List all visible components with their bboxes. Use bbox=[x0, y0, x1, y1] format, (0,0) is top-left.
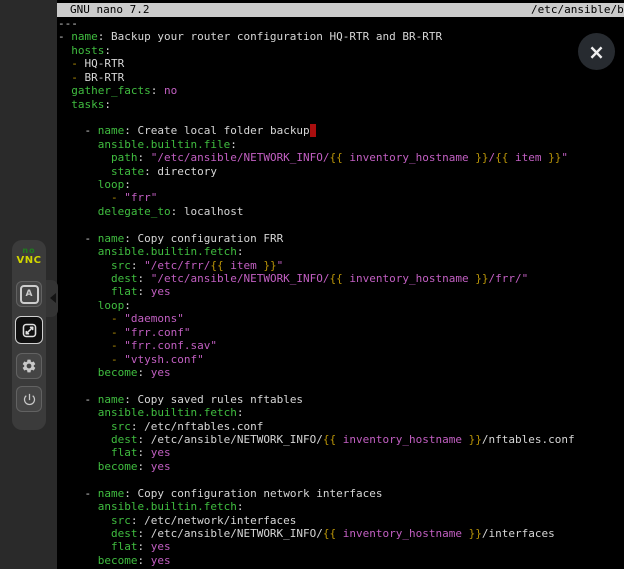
editor-line: flat: yes bbox=[58, 446, 624, 459]
editor-line: ansible.builtin.fetch: bbox=[58, 500, 624, 513]
editor-line: dest: /etc/ansible/NETWORK_INFO/{{ inven… bbox=[58, 433, 624, 446]
editor-line: tasks: bbox=[58, 98, 624, 111]
editor-line: become: yes bbox=[58, 366, 624, 379]
editor-line: - "frr.conf.sav" bbox=[58, 339, 624, 352]
control-bar-handle[interactable] bbox=[46, 280, 58, 317]
close-button[interactable]: × bbox=[578, 33, 615, 70]
editor-line: flat: yes bbox=[58, 285, 624, 298]
editor-line: become: yes bbox=[58, 460, 624, 473]
power-icon bbox=[22, 392, 37, 407]
keyboard-button[interactable]: A bbox=[16, 281, 42, 307]
editor-line: - name: Create local folder backup bbox=[58, 124, 624, 137]
editor-line: delegate_to: localhost bbox=[58, 205, 624, 218]
settings-button[interactable] bbox=[16, 353, 42, 379]
novnc-logo-bottom: VNC bbox=[17, 256, 42, 266]
editor-line bbox=[58, 473, 624, 486]
editor-line bbox=[58, 218, 624, 231]
fullscreen-icon bbox=[21, 322, 38, 339]
editor-line: state: directory bbox=[58, 165, 624, 178]
text-cursor bbox=[310, 124, 317, 137]
editor-line: hosts: bbox=[58, 44, 624, 57]
editor-line: loop: bbox=[58, 299, 624, 312]
nano-titlebar: GNU nano 7.2 /etc/ansible/b bbox=[57, 3, 624, 17]
terminal-screen[interactable]: GNU nano 7.2 /etc/ansible/b ---- name: B… bbox=[57, 0, 624, 569]
editor-line: loop: bbox=[58, 178, 624, 191]
editor-line: src: /etc/nftables.conf bbox=[58, 420, 624, 433]
editor-line bbox=[58, 379, 624, 392]
editor-line: src: "/etc/frr/{{ item }}" bbox=[58, 259, 624, 272]
nano-file-path: /etc/ansible/b bbox=[531, 3, 624, 17]
editor-line: dest: "/etc/ansible/NETWORK_INFO/{{ inve… bbox=[58, 272, 624, 285]
editor-line: ansible.builtin.fetch: bbox=[58, 245, 624, 258]
editor-line: flat: yes bbox=[58, 540, 624, 553]
editor-line: - name: Copy configuration network inter… bbox=[58, 487, 624, 500]
editor-line: - "vtysh.conf" bbox=[58, 353, 624, 366]
gear-icon bbox=[21, 358, 37, 374]
editor-content: ---- name: Backup your router configurat… bbox=[58, 17, 624, 569]
editor-line: --- bbox=[58, 17, 624, 30]
editor-line: ansible.builtin.file: bbox=[58, 138, 624, 151]
editor-line: - "frr.conf" bbox=[58, 326, 624, 339]
editor-line: - "daemons" bbox=[58, 312, 624, 325]
editor-line: become: yes bbox=[58, 554, 624, 567]
editor-line: - name: Backup your router configuration… bbox=[58, 30, 624, 43]
editor-line: - name: Copy configuration FRR bbox=[58, 232, 624, 245]
editor-line: - BR-RTR bbox=[58, 71, 624, 84]
chevron-left-icon bbox=[50, 293, 56, 303]
power-button[interactable] bbox=[16, 386, 42, 412]
editor-line: - HQ-RTR bbox=[58, 57, 624, 70]
close-icon: × bbox=[588, 40, 605, 64]
editor-line: - "frr" bbox=[58, 191, 624, 204]
editor-line: ansible.builtin.fetch: bbox=[58, 406, 624, 419]
novnc-logo: no VNC bbox=[17, 247, 42, 266]
vnc-control-bar: no VNC A bbox=[12, 240, 46, 430]
novnc-logo-top: no bbox=[17, 247, 42, 255]
editor-line: - name: Copy saved rules nftables bbox=[58, 393, 624, 406]
editor-line: path: "/etc/ansible/NETWORK_INFO/{{ inve… bbox=[58, 151, 624, 164]
editor-line bbox=[58, 111, 624, 124]
keyboard-icon: A bbox=[20, 285, 39, 304]
editor-line: gather_facts: no bbox=[58, 84, 624, 97]
nano-version-label: GNU nano 7.2 bbox=[70, 3, 149, 17]
editor-line: src: /etc/network/interfaces bbox=[58, 514, 624, 527]
editor-line: dest: /etc/ansible/NETWORK_INFO/{{ inven… bbox=[58, 527, 624, 540]
fullscreen-button[interactable] bbox=[15, 316, 43, 344]
